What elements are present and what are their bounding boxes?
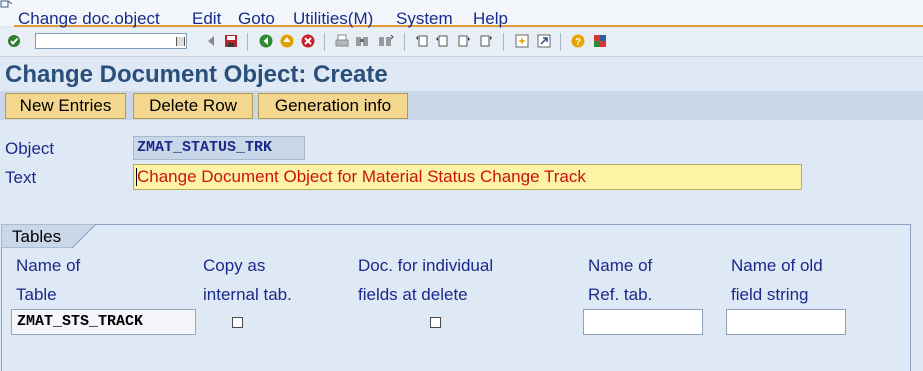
column-header-ref-tab: Name of xyxy=(588,256,653,275)
old-field-string-input[interactable] xyxy=(726,309,846,335)
column-header-doc-individual-line2: fields at delete xyxy=(358,285,468,304)
collapse-arrow-icon[interactable] xyxy=(203,33,219,49)
copy-internal-checkbox[interactable] xyxy=(232,317,243,328)
object-label: Object xyxy=(5,139,55,158)
find-icon[interactable] xyxy=(354,33,370,49)
tables-group-title: Tables xyxy=(12,227,62,246)
menu-item-utilities[interactable]: Utilities(M) xyxy=(293,9,373,29)
column-header-old-field-string: Name of old xyxy=(731,256,823,275)
menu-item-change-doc-object[interactable]: Change doc.object xyxy=(18,9,160,29)
doc-individual-checkbox[interactable] xyxy=(430,317,441,328)
menu-item-goto[interactable]: Goto xyxy=(238,9,275,29)
column-header-copy-as-internal-line2: internal tab. xyxy=(203,285,292,304)
last-page-icon[interactable] xyxy=(478,33,494,49)
help-icon[interactable]: ? xyxy=(570,33,586,49)
cancel-icon[interactable] xyxy=(300,33,316,49)
find-next-icon[interactable] xyxy=(378,33,394,49)
standard-toolbar: ? xyxy=(0,28,923,57)
column-header-name-of-table: Name of xyxy=(16,256,81,275)
command-field[interactable] xyxy=(35,33,187,49)
toolbar-separator xyxy=(324,33,325,51)
text-label: Text xyxy=(5,168,37,187)
previous-page-icon[interactable] xyxy=(434,33,450,49)
text-field[interactable]: Change Document Object for Material Stat… xyxy=(133,164,802,190)
new-entries-button[interactable]: New Entries xyxy=(5,93,126,119)
table-name-cell: ZMAT_STS_TRACK xyxy=(11,309,196,335)
next-page-icon[interactable] xyxy=(456,33,472,49)
column-header-name-of-table-line2: Table xyxy=(16,285,57,304)
svg-text:?: ? xyxy=(575,37,581,48)
column-header-old-field-string-line2: field string xyxy=(731,285,809,304)
column-header-ref-tab-line2: Ref. tab. xyxy=(588,285,653,304)
customize-layout-icon[interactable] xyxy=(592,33,608,49)
ref-tab-input[interactable] xyxy=(583,309,703,335)
toolbar-separator xyxy=(247,33,248,51)
window-corner-icon xyxy=(0,0,13,8)
column-header-copy-as-internal: Copy as xyxy=(203,256,266,275)
menu-item-help[interactable]: Help xyxy=(473,9,508,29)
exit-icon[interactable] xyxy=(279,33,295,49)
text-cursor xyxy=(136,168,137,186)
back-icon[interactable] xyxy=(258,33,274,49)
shortcut-icon[interactable] xyxy=(536,33,552,49)
generation-info-button[interactable]: Generation info xyxy=(258,93,408,119)
print-icon[interactable] xyxy=(334,33,350,49)
page-title: Change Document Object: Create xyxy=(5,61,388,88)
menu-item-system[interactable]: System xyxy=(396,9,453,29)
first-page-icon[interactable] xyxy=(414,33,430,49)
command-field-history-icon[interactable] xyxy=(176,37,185,46)
save-icon[interactable] xyxy=(223,33,239,49)
column-header-doc-individual: Doc. for individual xyxy=(358,256,494,275)
object-field: ZMAT_STATUS_TRK xyxy=(133,136,305,160)
enter-icon[interactable] xyxy=(6,33,22,49)
menu-item-edit[interactable]: Edit xyxy=(192,9,221,29)
create-session-icon[interactable] xyxy=(514,33,530,49)
delete-row-button[interactable]: Delete Row xyxy=(133,93,253,119)
toolbar-separator xyxy=(560,33,561,51)
toolbar-separator xyxy=(404,33,405,51)
toolbar-separator xyxy=(503,33,504,51)
